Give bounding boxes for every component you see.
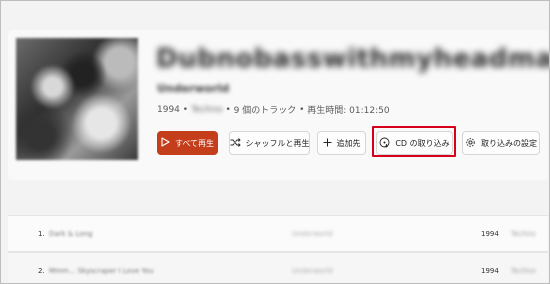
track-genre[interactable]: Techno bbox=[511, 267, 535, 275]
album-cover-image bbox=[16, 38, 138, 160]
track-row[interactable]: 1. Dark & Long Underworld 1994 Techno bbox=[8, 215, 548, 252]
meta-separator: • bbox=[296, 104, 308, 115]
meta-separator: • bbox=[179, 104, 189, 115]
rip-settings-label: 取り込みの設定 bbox=[481, 138, 537, 148]
track-number: 2. bbox=[38, 267, 45, 275]
track-artist[interactable]: Underworld bbox=[292, 230, 332, 238]
shuffle-label: シャッフルと再生 bbox=[245, 138, 310, 148]
plus-icon bbox=[323, 138, 332, 149]
album-duration: 再生時間: 01:12:50 bbox=[307, 106, 390, 116]
album-title: Dubnobasswithmyheadman bbox=[156, 44, 550, 74]
track-number: 1. bbox=[38, 230, 45, 238]
album-artist[interactable]: Underworld bbox=[157, 82, 229, 95]
play-icon bbox=[161, 137, 170, 149]
gear-icon bbox=[465, 137, 476, 150]
album-genre[interactable]: Techno bbox=[191, 105, 222, 115]
rip-settings-button[interactable]: 取り込みの設定 bbox=[462, 131, 540, 155]
highlight-box bbox=[372, 126, 456, 157]
track-title: Mmm... Skyscraper I Love You bbox=[49, 267, 154, 275]
track-title: Dark & Long bbox=[49, 230, 93, 238]
album-meta: 1994 • Techno • 9 個のトラック • 再生時間: 01:12:5… bbox=[157, 103, 390, 117]
add-to-label: 追加先 bbox=[336, 138, 361, 148]
shuffle-and-play-button[interactable]: シャッフルと再生 bbox=[229, 131, 310, 155]
play-all-label: すべて再生 bbox=[174, 138, 215, 148]
track-year: 1994 bbox=[481, 267, 499, 275]
track-year: 1994 bbox=[481, 230, 499, 238]
track-count: 9 個のトラック bbox=[233, 106, 297, 116]
track-artist[interactable]: Underworld bbox=[292, 267, 332, 275]
play-all-button[interactable]: すべて再生 bbox=[157, 131, 218, 155]
track-list: 1. Dark & Long Underworld 1994 Techno 2.… bbox=[8, 215, 548, 284]
track-genre[interactable]: Techno bbox=[511, 230, 535, 238]
track-row[interactable]: 2. Mmm... Skyscraper I Love You Underwor… bbox=[8, 252, 548, 284]
album-year: 1994 bbox=[157, 104, 180, 115]
shuffle-icon bbox=[230, 137, 241, 149]
meta-separator: • bbox=[225, 104, 234, 115]
add-to-button[interactable]: 追加先 bbox=[317, 131, 366, 155]
